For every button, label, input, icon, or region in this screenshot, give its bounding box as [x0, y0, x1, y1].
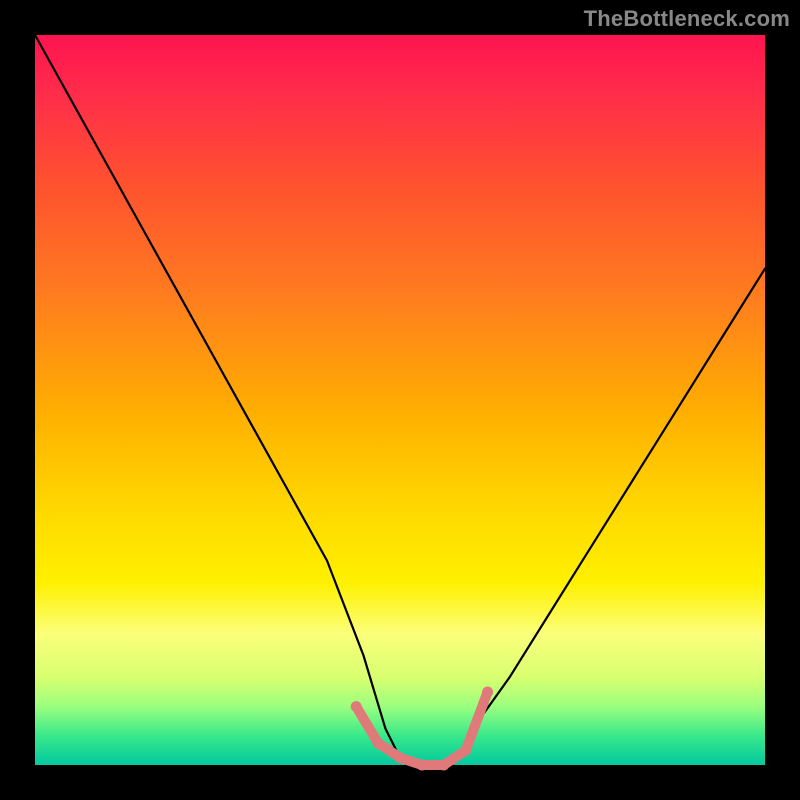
sweet-spot-highlight	[351, 687, 493, 771]
watermark-text: TheBottleneck.com	[584, 6, 790, 32]
chart-container: TheBottleneck.com	[0, 0, 800, 800]
chart-svg	[35, 35, 765, 765]
bottleneck-curve	[35, 35, 765, 765]
